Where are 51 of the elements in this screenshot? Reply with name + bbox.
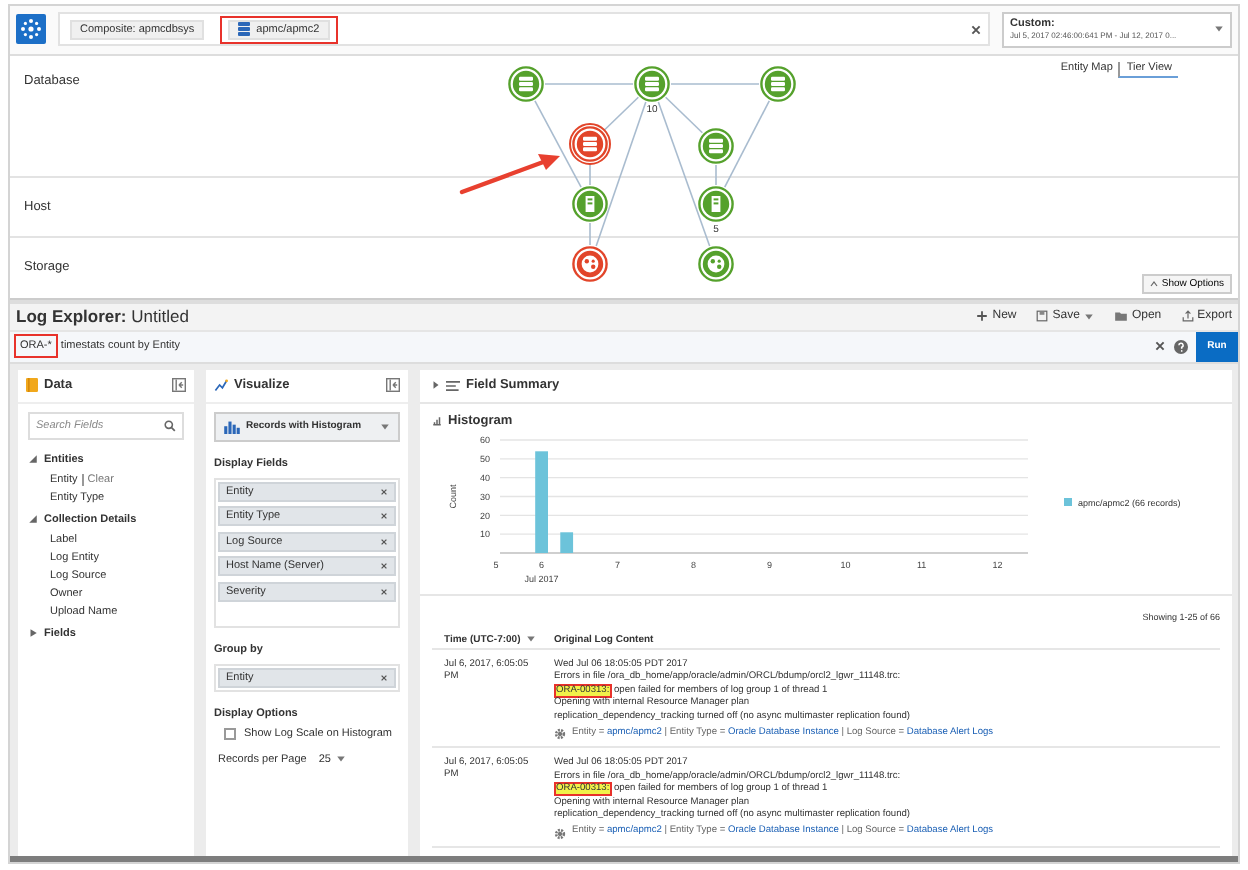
caret-icon bbox=[380, 421, 390, 432]
caret-icon bbox=[1083, 311, 1094, 322]
export-icon bbox=[1181, 310, 1194, 323]
remove-icon[interactable] bbox=[380, 587, 388, 596]
remove-icon[interactable] bbox=[380, 487, 388, 496]
host-node[interactable] bbox=[698, 186, 734, 222]
visualize-icon bbox=[214, 378, 228, 393]
clear-icon[interactable] bbox=[970, 23, 982, 36]
remove-icon[interactable] bbox=[380, 562, 388, 571]
storage-node[interactable] bbox=[572, 246, 608, 282]
connector-line bbox=[589, 162, 591, 186]
database-node[interactable] bbox=[508, 66, 544, 102]
histogram-icon bbox=[224, 419, 240, 434]
collapse-panel-icon[interactable] bbox=[172, 378, 186, 393]
connector-line bbox=[544, 83, 634, 85]
annotation-arrow bbox=[459, 153, 560, 195]
connector-line bbox=[589, 222, 591, 246]
page-title: Log Explorer: Untitled bbox=[16, 306, 191, 327]
save-icon bbox=[1036, 310, 1049, 323]
data-icon bbox=[26, 378, 38, 393]
list-icon bbox=[446, 379, 460, 392]
caret-icon bbox=[1214, 24, 1224, 35]
database-icon bbox=[238, 22, 251, 37]
remove-icon[interactable] bbox=[380, 512, 388, 521]
help-icon[interactable] bbox=[1174, 339, 1188, 354]
connector-line bbox=[670, 83, 760, 85]
sort-icon[interactable] bbox=[526, 634, 537, 645]
connector-line bbox=[715, 164, 717, 186]
gear-icon[interactable] bbox=[554, 728, 566, 741]
database-node[interactable] bbox=[634, 66, 670, 102]
connector-line bbox=[723, 99, 771, 188]
host-node[interactable] bbox=[572, 186, 608, 222]
gear-icon[interactable] bbox=[554, 827, 566, 840]
remove-icon[interactable] bbox=[380, 673, 388, 682]
folder-icon bbox=[1113, 310, 1128, 323]
database-node[interactable] bbox=[760, 66, 796, 102]
caret-up-icon bbox=[1149, 279, 1158, 288]
search-icon[interactable] bbox=[164, 419, 176, 432]
database-node[interactable] bbox=[569, 122, 611, 165]
plus-icon bbox=[976, 310, 989, 323]
caret-icon bbox=[336, 754, 347, 765]
clear-icon[interactable] bbox=[1154, 340, 1166, 353]
expand-arrow-icon[interactable] bbox=[432, 380, 440, 391]
storage-node[interactable] bbox=[698, 246, 734, 282]
checkbox[interactable] bbox=[224, 727, 236, 740]
histogram-icon bbox=[432, 415, 442, 426]
app-logo[interactable] bbox=[16, 14, 46, 45]
collapse-panel-icon[interactable] bbox=[386, 378, 400, 393]
database-node[interactable] bbox=[698, 128, 734, 164]
connector-line bbox=[534, 99, 582, 188]
remove-icon[interactable] bbox=[380, 537, 388, 546]
